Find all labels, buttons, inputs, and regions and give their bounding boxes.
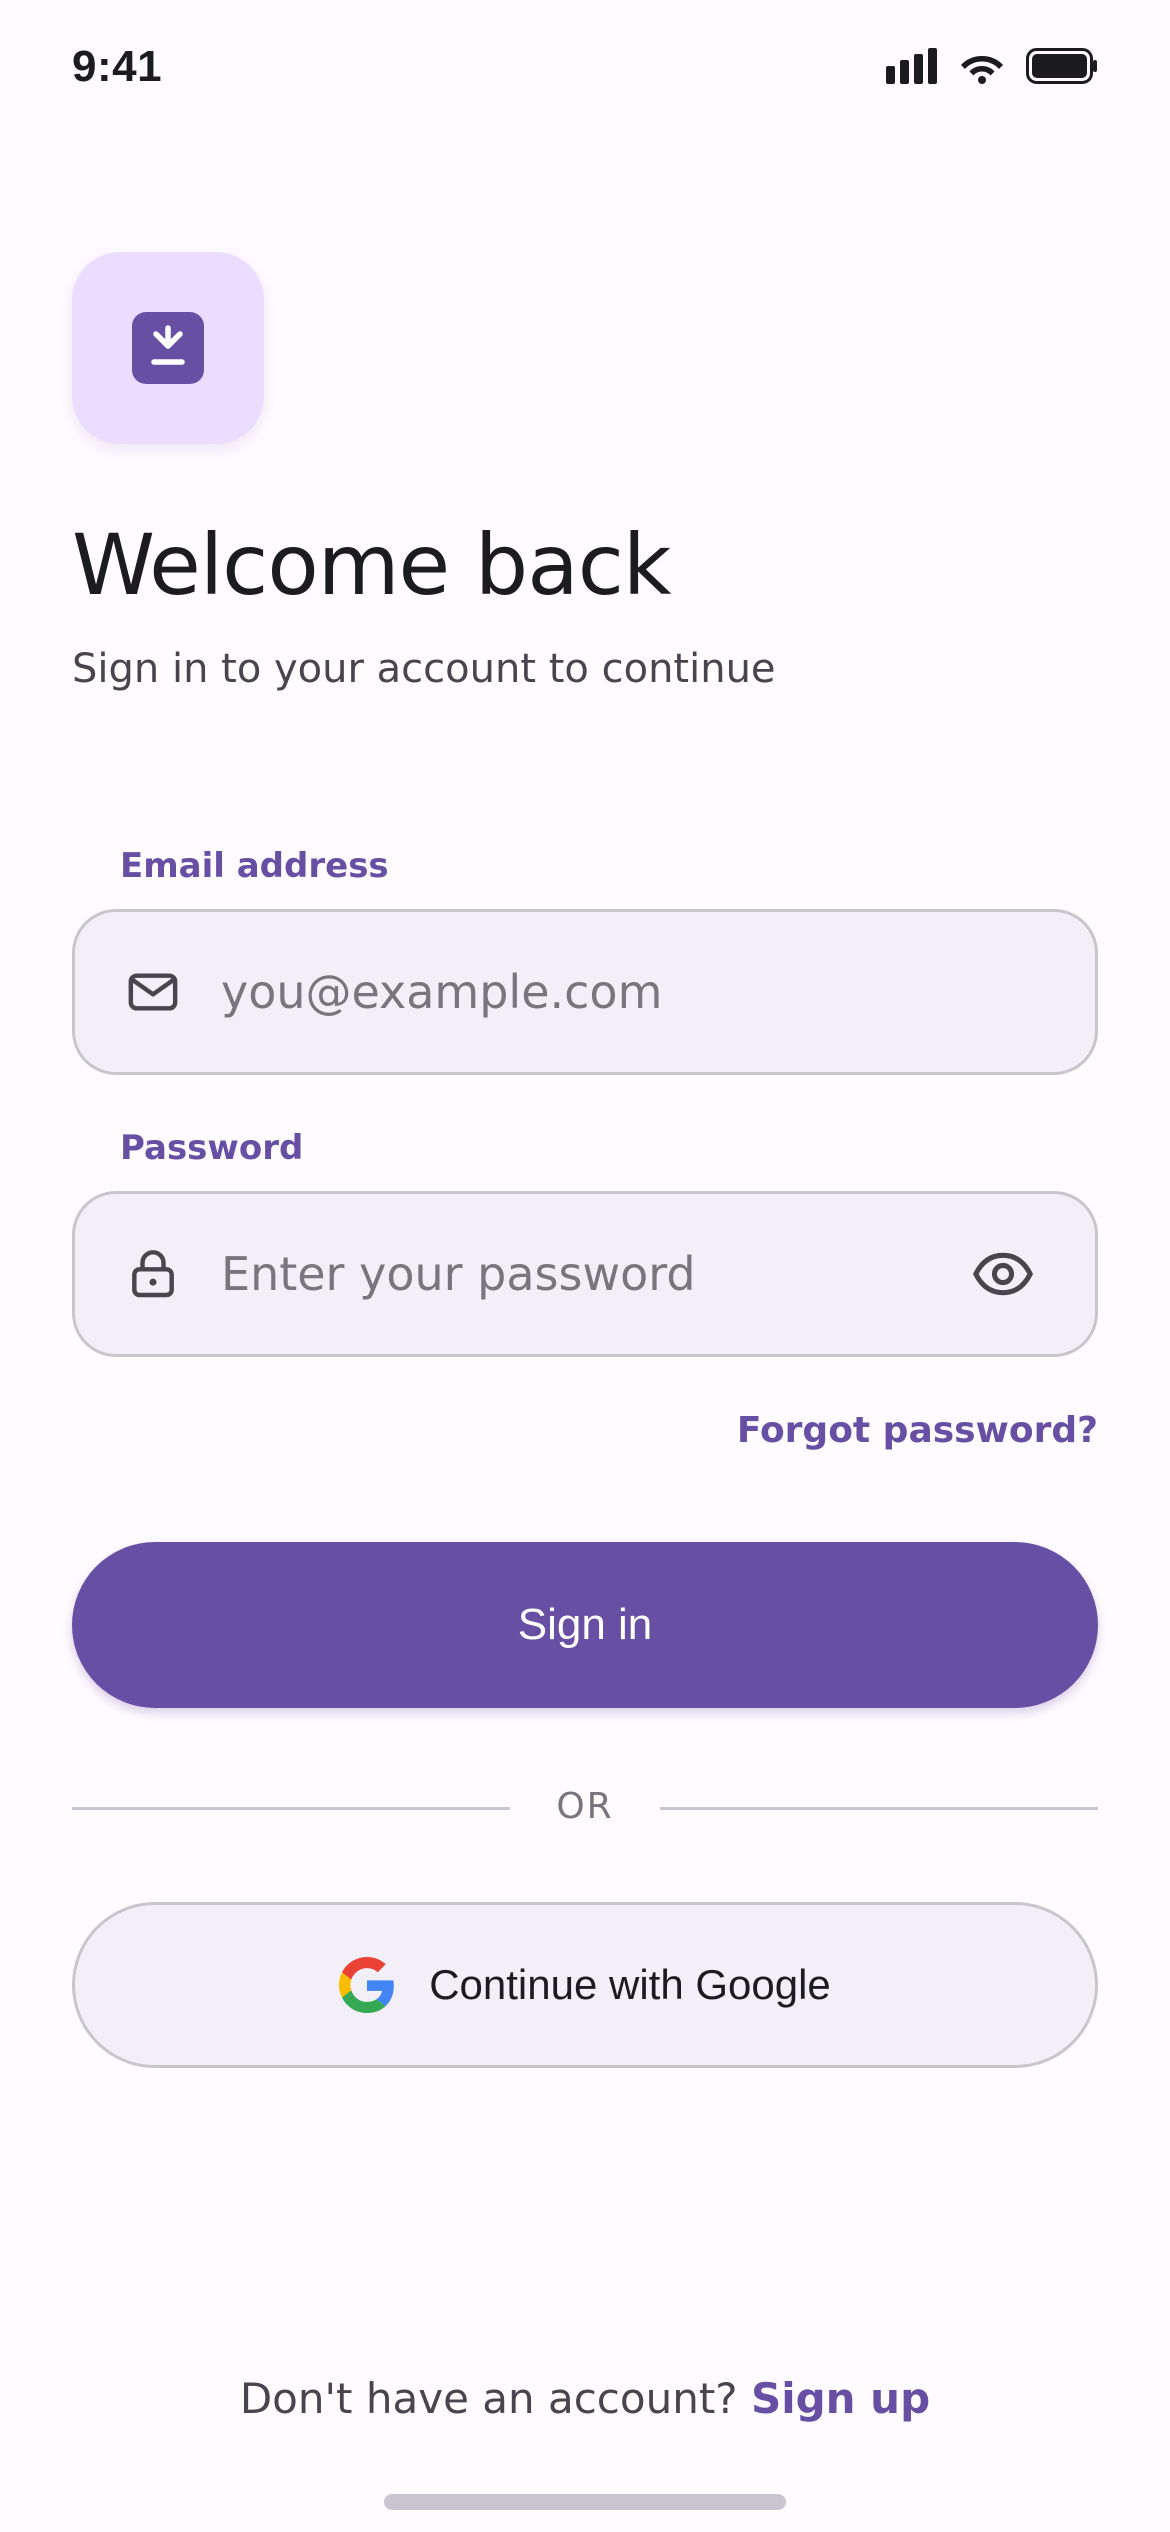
email-input[interactable]: [221, 912, 955, 1072]
sign-in-button[interactable]: Sign in: [72, 1542, 1098, 1708]
continue-with-google-button[interactable]: Continue with Google: [72, 1902, 1098, 2068]
email-label: Email address: [120, 846, 389, 886]
cellular-signal-icon: [886, 48, 937, 84]
status-bar: 9:41: [0, 0, 1170, 140]
battery-icon: [1026, 48, 1097, 84]
page-subtitle: Sign in to your account to continue: [72, 646, 776, 692]
or-divider: OR: [72, 1780, 1098, 1836]
download-tray-icon: [132, 312, 204, 384]
sign-up-link[interactable]: Sign up: [751, 2374, 930, 2423]
status-icons: [886, 48, 1098, 84]
password-input[interactable]: [221, 1194, 955, 1354]
app-logo: [72, 252, 264, 444]
eye-icon[interactable]: [971, 1242, 1035, 1306]
password-label: Password: [120, 1128, 304, 1168]
sign-in-screen: 9:41 Welcome back Sign in to your accoun…: [0, 0, 1170, 2532]
forgot-password-link[interactable]: Forgot password?: [737, 1410, 1098, 1451]
status-time: 9:41: [72, 42, 163, 91]
wifi-icon: [961, 56, 1003, 84]
home-indicator: [384, 2494, 786, 2510]
sign-up-prompt-text: Don't have an account?: [239, 2374, 738, 2423]
lock-icon: [132, 1250, 174, 1298]
divider-line-right: [660, 1807, 1098, 1810]
google-button-label: Continue with Google: [429, 1961, 831, 2008]
sign-up-prompt: Don't have an account? Sign up: [0, 2374, 1170, 2423]
mail-icon: [128, 973, 178, 1011]
google-logo-icon: [339, 1957, 395, 2013]
page-title: Welcome back: [72, 516, 672, 614]
password-field[interactable]: [72, 1191, 1098, 1357]
email-field[interactable]: [72, 909, 1098, 1075]
